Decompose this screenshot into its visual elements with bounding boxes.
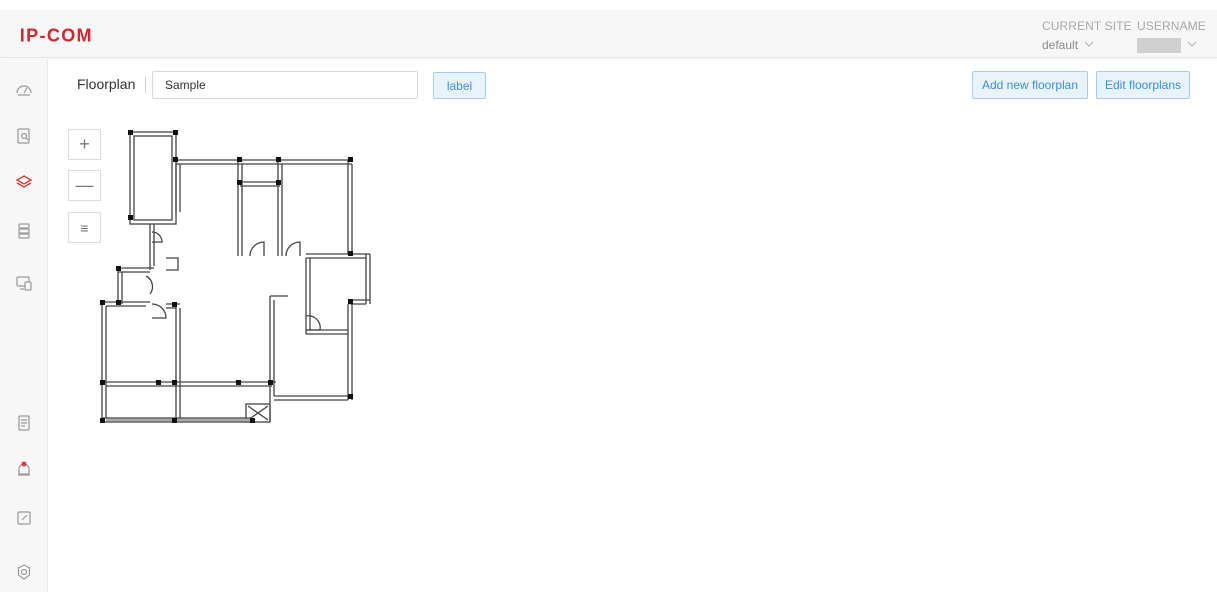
chevron-down-icon [1084, 40, 1094, 51]
dashboard-gauge-icon[interactable] [15, 81, 33, 99]
ip-com-logo: IP-COM [20, 26, 93, 44]
label-button[interactable]: label [433, 72, 486, 99]
logs-document-icon[interactable] [15, 414, 33, 432]
settings-gear-icon[interactable] [15, 563, 33, 581]
device-stack-icon[interactable] [15, 222, 33, 240]
layers-floorplan-icon[interactable] [15, 173, 33, 191]
floorplan-drawing[interactable] [60, 112, 400, 442]
top-header: IP-COM CURRENT SITE default USERNAME [0, 10, 1217, 58]
chevron-down-icon [1187, 40, 1197, 51]
username-menu[interactable]: USERNAME [1137, 19, 1206, 53]
floorplan-name-input[interactable] [152, 71, 418, 99]
site-search-icon[interactable] [15, 127, 33, 145]
username-value [1137, 38, 1181, 53]
current-site-label: CURRENT SITE [1042, 19, 1132, 33]
username-label: USERNAME [1137, 19, 1206, 33]
window-top-edge [0, 0, 1217, 10]
alarm-bell-icon[interactable] [15, 461, 33, 479]
toolbar-divider [145, 77, 146, 93]
svg-text:IP-COM: IP-COM [20, 26, 93, 44]
edit-floorplans-button[interactable]: Edit floorplans [1096, 71, 1190, 99]
current-site-selector[interactable]: CURRENT SITE default [1042, 19, 1132, 52]
client-devices-icon[interactable] [15, 274, 33, 292]
floorplan-label: Floorplan [77, 76, 136, 92]
left-sidebar [0, 59, 48, 592]
current-site-value: default [1042, 38, 1079, 52]
edit-note-icon[interactable] [15, 509, 33, 527]
add-new-floorplan-button[interactable]: Add new floorplan [972, 71, 1088, 99]
